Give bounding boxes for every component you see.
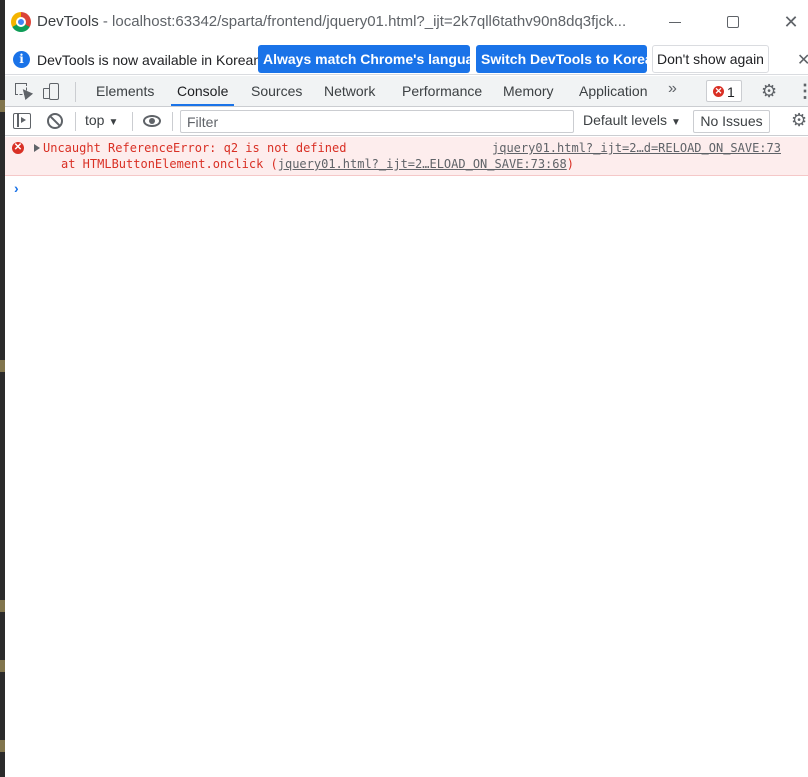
stack-suffix: ) <box>566 157 574 171</box>
toolbar-divider <box>75 112 76 131</box>
console-settings-gear-icon[interactable]: ⚙ <box>791 110 807 130</box>
device-toolbar-icon[interactable] <box>43 83 61 101</box>
maximize-icon <box>727 16 739 28</box>
minimize-button[interactable] <box>655 8 695 36</box>
issues-button[interactable]: No Issues <box>693 110 770 133</box>
window-title-url: localhost:63342/sparta/frontend/jquery01… <box>112 13 627 30</box>
console-output[interactable]: ✕ Uncaught ReferenceError: q2 is not def… <box>5 137 808 777</box>
maximize-button[interactable] <box>713 8 753 36</box>
clear-console-icon[interactable] <box>47 113 63 129</box>
tab-sources[interactable]: Sources <box>251 76 302 106</box>
chrome-logo-icon <box>11 12 31 32</box>
console-filter-input[interactable] <box>180 110 574 133</box>
tab-memory[interactable]: Memory <box>503 76 554 106</box>
console-toolbar: top▼ Default levels▼ No Issues ⚙ <box>5 107 808 136</box>
minimize-icon <box>669 21 681 23</box>
error-icon: ✕ <box>713 86 724 97</box>
error-text: Uncaught ReferenceError: q2 is not defin… <box>43 141 347 155</box>
always-match-language-button[interactable]: Always match Chrome's language <box>258 45 490 73</box>
error-count-badge[interactable]: ✕ 1 <box>706 80 742 102</box>
tab-network[interactable]: Network <box>324 76 375 106</box>
switch-to-korean-button[interactable]: Switch DevTools to Korean <box>476 45 661 73</box>
tab-performance[interactable]: Performance <box>402 76 482 106</box>
tab-elements[interactable]: Elements <box>96 76 154 106</box>
toolbar-divider <box>172 112 173 131</box>
error-count: 1 <box>727 84 735 100</box>
close-window-button[interactable]: ✕ <box>771 8 808 36</box>
js-context-value: top <box>85 112 105 128</box>
stack-prefix: at HTMLButtonElement.onclick ( <box>61 157 278 171</box>
chevron-down-icon: ▼ <box>108 117 119 128</box>
inspect-element-icon[interactable] <box>15 83 34 101</box>
window-title-separator: - <box>98 13 113 30</box>
tab-application[interactable]: Application <box>579 76 648 106</box>
show-console-sidebar-icon[interactable] <box>13 113 31 129</box>
tab-console[interactable]: Console <box>171 76 235 106</box>
more-options-icon[interactable]: ⋮ <box>796 81 808 101</box>
toolbar-divider <box>75 82 76 102</box>
live-expression-eye-icon[interactable] <box>143 115 161 127</box>
info-icon: i <box>13 51 30 68</box>
chevron-down-icon: ▼ <box>671 117 681 128</box>
console-error-message[interactable]: ✕ Uncaught ReferenceError: q2 is not def… <box>5 137 808 176</box>
window-title-app: DevTools <box>37 13 99 30</box>
stack-source-link[interactable]: jquery01.html?_ijt=2…ELOAD_ON_SAVE:73:68 <box>278 157 567 171</box>
devtools-tabs-bar: Elements Console Sources Network Perform… <box>5 76 808 107</box>
expand-triangle-icon[interactable] <box>34 144 40 152</box>
toolbar-divider <box>132 112 133 131</box>
window-title: DevTools - localhost:63342/sparta/fronte… <box>37 13 657 30</box>
close-icon: ✕ <box>783 12 799 32</box>
infobar-message: DevTools is now available in Korean! <box>37 52 266 68</box>
error-stack-trace: at HTMLButtonElement.onclick (jquery01.h… <box>61 157 574 171</box>
language-infobar: i DevTools is now available in Korean! A… <box>5 44 808 75</box>
title-bar[interactable]: DevTools - localhost:63342/sparta/fronte… <box>5 0 808 44</box>
error-source-link[interactable]: jquery01.html?_ijt=2…d=RELOAD_ON_SAVE:73 <box>492 141 781 155</box>
js-context-select[interactable]: top ▼ <box>85 112 118 128</box>
log-levels-select[interactable]: Default levels ▼ <box>583 112 681 128</box>
error-icon: ✕ <box>12 142 24 154</box>
devtools-window: DevTools - localhost:63342/sparta/fronte… <box>5 0 808 777</box>
infobar-close-icon[interactable]: ✕ <box>797 50 808 70</box>
log-levels-value: Default levels <box>583 112 668 128</box>
dont-show-again-button[interactable]: Don't show again <box>652 45 769 73</box>
more-tabs-icon[interactable]: » <box>668 80 677 98</box>
console-prompt-icon[interactable]: › <box>14 180 19 196</box>
settings-gear-icon[interactable]: ⚙ <box>761 81 777 101</box>
